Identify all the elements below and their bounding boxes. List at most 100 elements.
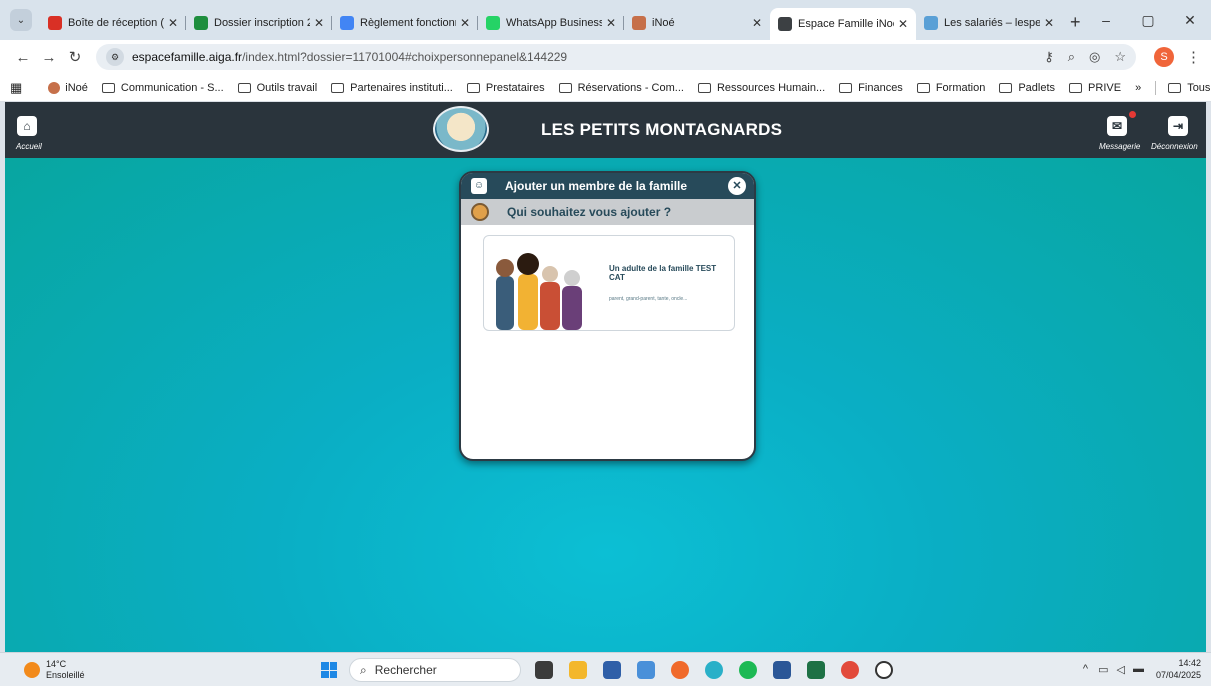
calculator-icon[interactable]: [637, 661, 655, 679]
start-button[interactable]: [321, 662, 337, 678]
bookmark-item[interactable]: Prestataires: [466, 82, 545, 94]
url-path: /index.html?dossier=11701004#choixperson…: [242, 50, 568, 64]
home-label: Accueil: [16, 142, 42, 151]
bookmark-item[interactable]: Partenaires instituti...: [331, 82, 453, 94]
pinned-apps: [535, 661, 893, 679]
profile-avatar[interactable]: S: [1154, 47, 1174, 67]
tab-close-icon[interactable]: ✕: [752, 16, 762, 30]
tab-favicon-icon: [194, 16, 208, 30]
bookmarks-bar: ▦ iNoé Communication - S... Outils travail…: [0, 74, 1211, 102]
store-icon[interactable]: [603, 661, 621, 679]
card-title: Un adulte de la famille TEST CAT: [609, 264, 717, 282]
tab-close-icon[interactable]: ✕: [460, 16, 470, 30]
folder-icon: [237, 82, 251, 93]
app-header: ⌂ Accueil LES PETITS MONTAGNARDS ✉ Messa…: [5, 102, 1206, 158]
password-key-icon[interactable]: ⚷: [1044, 49, 1054, 65]
word-icon[interactable]: [773, 661, 791, 679]
logout-label: Déconnexion: [1151, 142, 1198, 151]
chatgpt-icon[interactable]: [875, 661, 893, 679]
tab-search-button[interactable]: ⌄: [10, 9, 32, 31]
bookmark-item[interactable]: Communication - S...: [101, 82, 224, 94]
browser-tab[interactable]: Espace Famille iNoe ✕: [770, 8, 916, 40]
home-button[interactable]: ⌂: [17, 116, 37, 136]
url-input[interactable]: ⚙ espacefamille.aiga.fr/index.html?dossi…: [96, 44, 1136, 70]
forward-icon[interactable]: →: [36, 49, 62, 66]
file-explorer-icon[interactable]: [569, 661, 587, 679]
chrome-icon[interactable]: [671, 661, 689, 679]
url-host: espacefamille.aiga.fr: [132, 50, 243, 64]
tab-favicon-icon: [340, 16, 354, 30]
contact-card-icon: ☺: [471, 178, 487, 194]
notification-dot: [1129, 111, 1136, 118]
chevron-up-icon[interactable]: ^: [1083, 663, 1088, 675]
browser-tab-bar: ⌄ Boîte de réception (✕ Dossier inscripti…: [0, 0, 1211, 40]
browser-tab[interactable]: Boîte de réception (✕: [40, 8, 186, 38]
all-bookmarks-folder[interactable]: Tous les favoris: [1168, 82, 1211, 94]
site-info-icon[interactable]: ⚙: [106, 48, 124, 66]
creative-cloud-icon[interactable]: [841, 661, 859, 679]
battery-icon[interactable]: ▬: [1133, 663, 1144, 675]
bookmark-item[interactable]: Ressources Humain...: [697, 82, 825, 94]
excel-icon[interactable]: [807, 661, 825, 679]
clock[interactable]: 14:42 07/04/2025: [1156, 657, 1201, 681]
bookmark-item[interactable]: Formation: [916, 82, 985, 94]
bookmark-item[interactable]: Outils travail: [237, 82, 317, 94]
folder-icon: [331, 82, 345, 93]
network-icon[interactable]: ▭: [1098, 663, 1108, 676]
browser-tab[interactable]: Dossier inscription 2 ✕: [186, 8, 332, 38]
more-bookmarks-icon[interactable]: »: [1135, 82, 1141, 94]
folder-icon: [558, 82, 572, 93]
apps-grid-icon[interactable]: ▦: [10, 80, 22, 96]
taskbar-search-input[interactable]: ⌕ Rechercher: [349, 658, 521, 682]
spotify-icon[interactable]: [739, 661, 757, 679]
tab-close-icon[interactable]: ✕: [898, 17, 908, 31]
browser-tab[interactable]: iNoé ✕: [624, 8, 770, 38]
modal-close-button[interactable]: ✕: [728, 177, 746, 195]
folder-icon: [101, 82, 115, 93]
browser-menu-icon[interactable]: ⋮: [1186, 48, 1201, 66]
tab-close-icon[interactable]: ✕: [606, 16, 616, 30]
logout-button[interactable]: ⇥: [1168, 116, 1188, 136]
reload-icon[interactable]: ↻: [62, 48, 88, 66]
restore-icon[interactable]: ▢: [1127, 12, 1169, 29]
search-icon: ⌕: [360, 662, 367, 677]
app-logo: [433, 106, 489, 152]
folder-icon: [839, 82, 853, 93]
close-icon[interactable]: ✕: [1169, 12, 1211, 29]
adult-option-card[interactable]: Un adulte de la famille TEST CAT parent,…: [483, 235, 735, 331]
browser-tab[interactable]: Règlement fonctionn ✕: [332, 8, 478, 38]
modal-subheader: Qui souhaitez vous ajouter ?: [461, 199, 754, 225]
avatar-icon: [471, 203, 489, 221]
tab-close-icon[interactable]: ✕: [1044, 16, 1054, 30]
minimize-icon[interactable]: –: [1085, 12, 1127, 28]
zoom-icon[interactable]: ⌕: [1068, 49, 1075, 65]
browser-tab[interactable]: WhatsApp Business ✕: [478, 8, 624, 38]
sun-icon: [24, 661, 40, 678]
task-view-icon[interactable]: [535, 661, 553, 679]
tracking-eye-icon[interactable]: ◎: [1089, 49, 1100, 65]
messages-button[interactable]: ✉: [1107, 116, 1127, 136]
windows-taskbar: 14°C Ensoleillé ⌕ Rechercher ^ ▭ ◁ ▬ 14:4…: [0, 652, 1211, 686]
bookmark-item[interactable]: PRIVE: [1069, 82, 1121, 94]
modal-header: ☺ Ajouter un membre de la famille ✕: [461, 173, 754, 199]
canva-icon[interactable]: [705, 661, 723, 679]
page-title: LES PETITS MONTAGNARDS: [541, 120, 783, 139]
back-icon[interactable]: ←: [10, 49, 36, 66]
new-tab-button[interactable]: +: [1070, 12, 1081, 33]
weather-widget[interactable]: 14°C Ensoleillé: [24, 659, 85, 681]
bookmark-item[interactable]: Finances: [839, 82, 903, 94]
folder-icon: [916, 82, 930, 93]
browser-tab[interactable]: Les salariés – lespeti ✕: [916, 8, 1062, 38]
bookmark-item[interactable]: Réservations - Com...: [558, 82, 684, 94]
system-tray: ^ ▭ ◁ ▬ 14:42 07/04/2025: [1083, 657, 1201, 681]
tab-close-icon[interactable]: ✕: [314, 16, 324, 30]
bookmark-item[interactable]: Padlets: [999, 82, 1055, 94]
volume-icon[interactable]: ◁: [1116, 663, 1124, 676]
folder-icon: [999, 82, 1013, 93]
site-favicon-icon: [48, 81, 61, 94]
tab-close-icon[interactable]: ✕: [168, 16, 178, 30]
folder-icon: [1168, 82, 1182, 93]
bookmark-star-icon[interactable]: ☆: [1114, 49, 1126, 65]
bookmark-item[interactable]: iNoé: [48, 81, 88, 94]
messages-label: Messagerie: [1099, 142, 1141, 151]
